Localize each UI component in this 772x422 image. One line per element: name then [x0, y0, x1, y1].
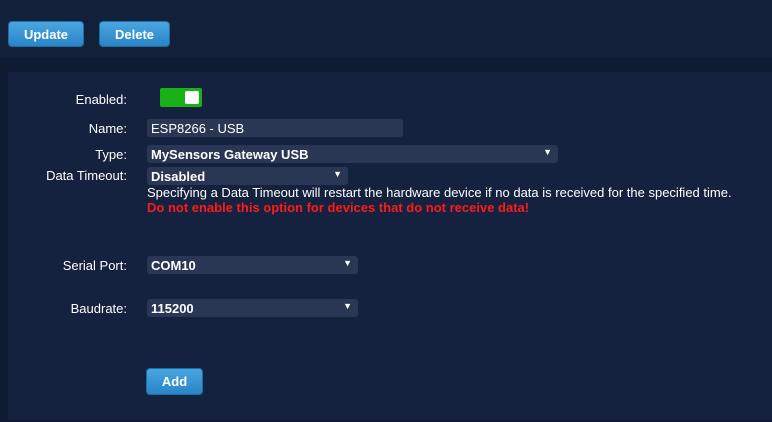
update-button[interactable]: Update	[8, 21, 84, 47]
data-timeout-label: Data Timeout:	[46, 168, 127, 183]
name-input-value: ESP8266 - USB	[151, 120, 245, 136]
name-label: Name:	[88, 121, 127, 136]
serial-port-label: Serial Port:	[62, 258, 127, 273]
data-timeout-select[interactable]: Disabled ▼	[147, 167, 348, 185]
chevron-down-icon: ▼	[343, 301, 352, 311]
chevron-down-icon: ▼	[333, 169, 342, 179]
data-timeout-info: Specifying a Data Timeout will restart t…	[147, 185, 732, 200]
baudrate-label: Baudrate:	[70, 301, 127, 316]
enabled-label: Enabled:	[75, 92, 127, 107]
baudrate-select-value: 115200	[151, 300, 194, 316]
delete-button[interactable]: Delete	[99, 21, 170, 47]
enabled-toggle[interactable]	[160, 88, 202, 107]
chevron-down-icon: ▼	[543, 147, 552, 157]
data-timeout-warning: Do not enable this option for devices th…	[147, 200, 530, 215]
add-button[interactable]: Add	[146, 368, 203, 395]
data-timeout-select-value: Disabled	[151, 168, 206, 184]
serial-port-select-value: COM10	[151, 257, 196, 273]
type-label: Type:	[95, 147, 127, 162]
name-input[interactable]: ESP8266 - USB	[147, 119, 403, 137]
type-select-value: MySensors Gateway USB	[151, 146, 309, 162]
baudrate-select[interactable]: 115200 ▼	[147, 299, 358, 317]
type-select[interactable]: MySensors Gateway USB ▼	[147, 145, 558, 163]
toggle-knob	[185, 91, 199, 104]
chevron-down-icon: ▼	[343, 258, 352, 268]
serial-port-select[interactable]: COM10 ▼	[147, 256, 358, 274]
